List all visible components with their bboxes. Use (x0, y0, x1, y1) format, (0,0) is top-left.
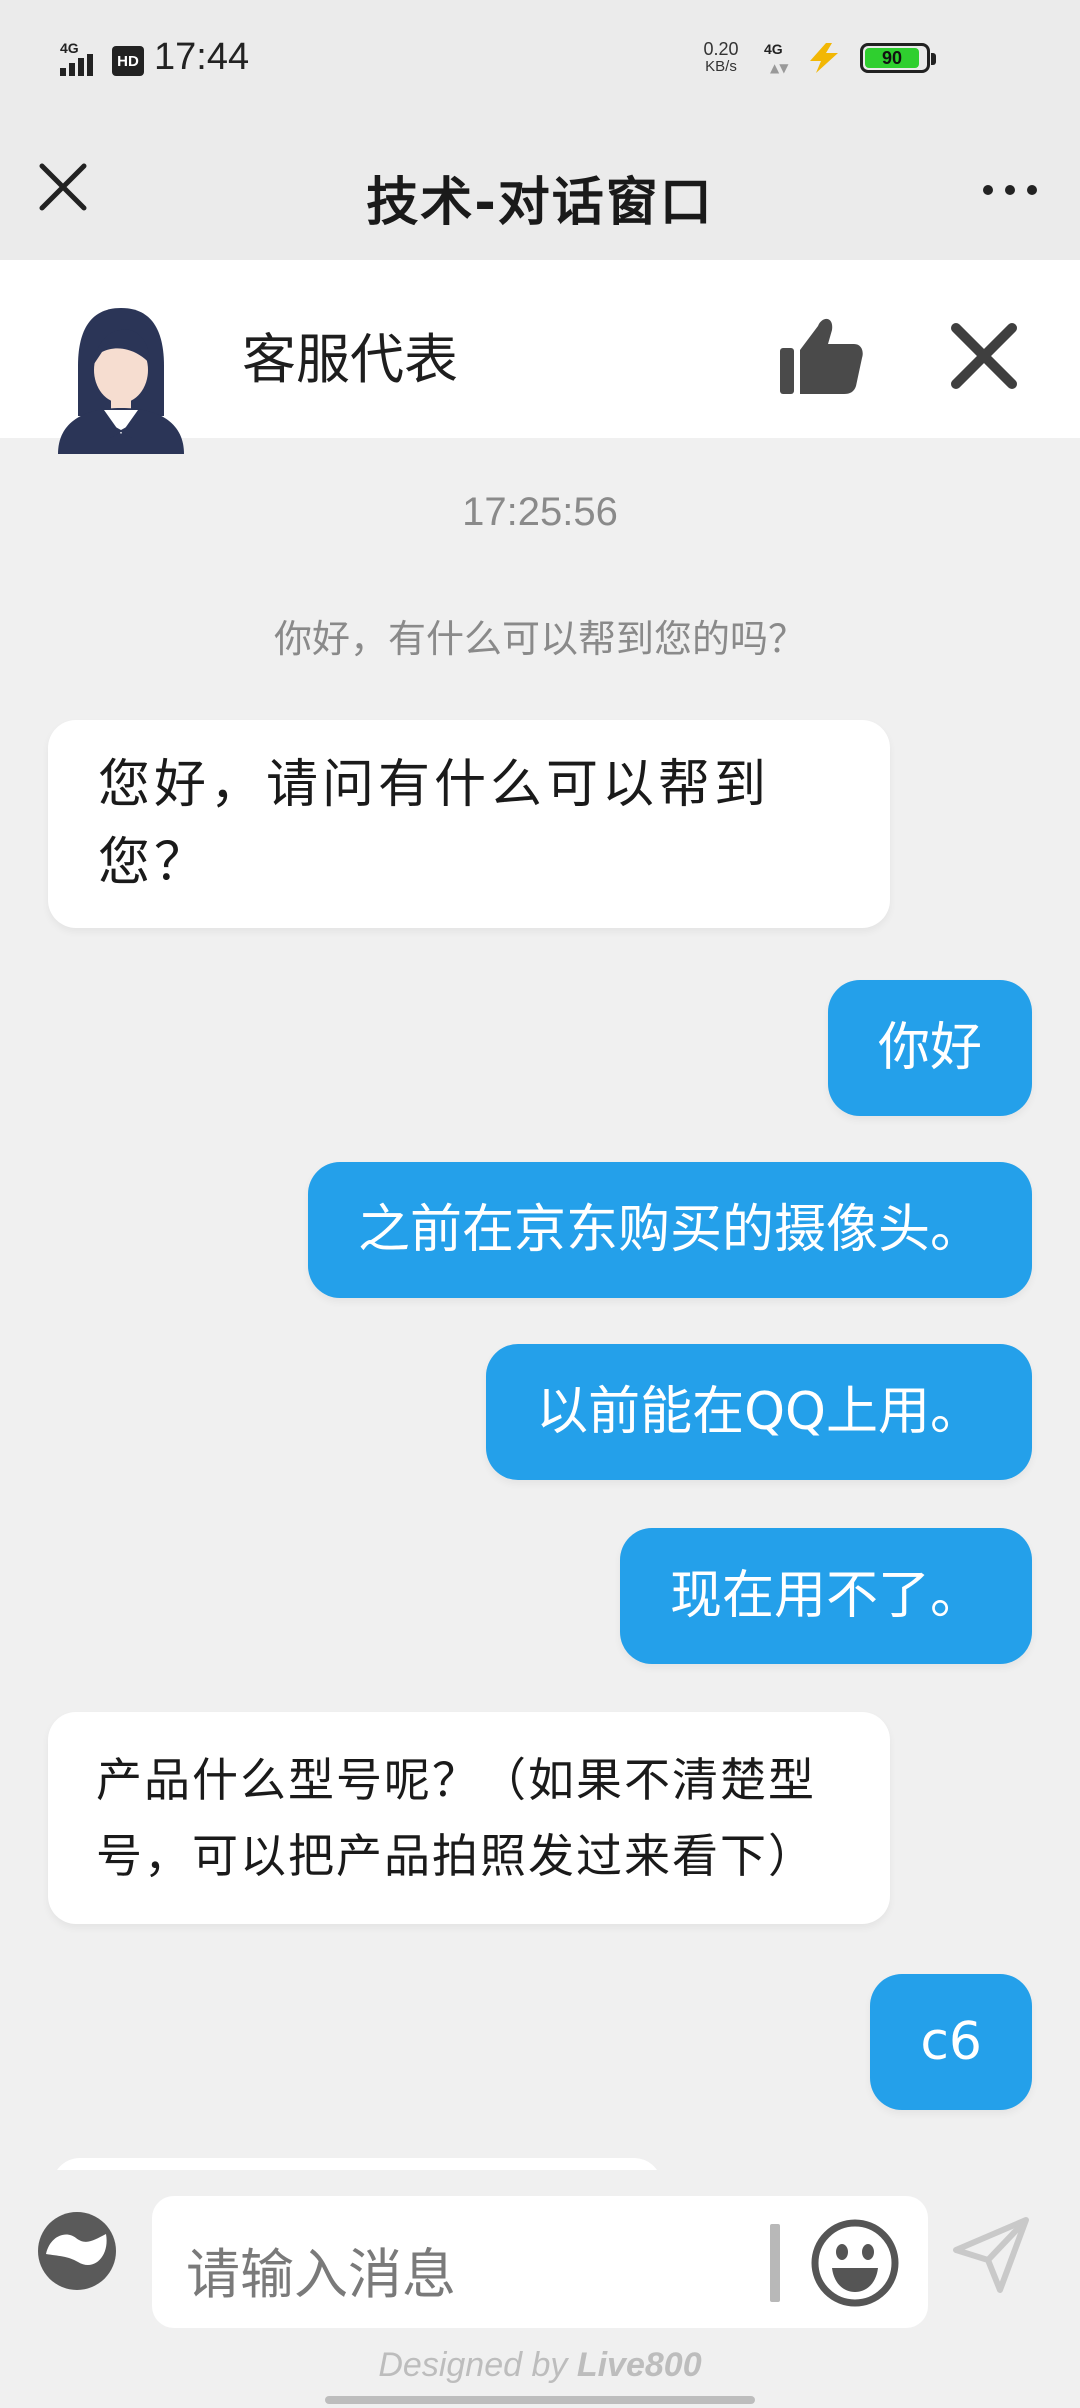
home-indicator[interactable] (325, 2396, 755, 2404)
message-input-placeholder: 请输入消息 (186, 2243, 456, 2306)
footer-brand: Live800 (576, 2346, 702, 2384)
input-bar: 请输入消息 (0, 2170, 1080, 2340)
user-message: 现在用不了。 (619, 1528, 1032, 1664)
send-icon[interactable] (952, 2216, 1030, 2294)
agent-message: 您好，请问有什么可以帮到您？ (48, 720, 890, 928)
user-message: 以前能在QQ上用。 (486, 1344, 1032, 1480)
user-message: 之前在京东购买的摄像头。 (307, 1162, 1032, 1298)
net-speed: 0.20 KB/s (696, 40, 746, 76)
thumbs-up-icon[interactable] (778, 312, 864, 398)
agent-message-partial (52, 2158, 662, 2170)
more-icon[interactable] (980, 180, 1040, 200)
data-network-icon: 4G ▲▼ (764, 41, 792, 75)
voice-toggle-icon[interactable] (36, 2210, 118, 2292)
user-message: c6 (870, 1974, 1032, 2110)
charging-bolt-icon (810, 43, 838, 73)
close-session-icon[interactable] (948, 320, 1020, 392)
user-message: 你好 (827, 980, 1032, 1116)
emoji-icon[interactable] (810, 2218, 900, 2308)
network-type-label: 4G (60, 40, 79, 56)
data-arrows-icon: ▲▼ (770, 61, 789, 75)
agent-header: 客服代表 (0, 260, 1080, 454)
footer-prefix: Designed by (378, 2346, 577, 2384)
powered-by-footer: Designed by Live800 (0, 2346, 1080, 2385)
system-message: 你好，有什么可以帮到您的吗？ (273, 617, 806, 661)
net-speed-unit: KB/s (705, 58, 737, 75)
agent-name: 客服代表 (242, 328, 458, 391)
signal-bar (60, 68, 66, 76)
status-bar: 4G HD 17:44 0.20 KB/s 4G ▲▼ 90 (0, 0, 1080, 130)
status-right: 0.20 KB/s 4G ▲▼ 90 (696, 40, 936, 76)
battery-icon: 90 (860, 43, 936, 73)
message-input[interactable]: 请输入消息 (152, 2196, 928, 2328)
battery-tip (931, 53, 936, 65)
agent-avatar (58, 308, 184, 454)
clock: 17:44 (154, 36, 250, 78)
message-timestamp: 17:25:56 (462, 490, 618, 534)
text-cursor (770, 2224, 780, 2302)
battery-level: 90 (865, 48, 919, 68)
nav-bar: 技术-对话窗口 (0, 130, 1080, 260)
cellular-signal-icon: 4G (58, 40, 102, 76)
hd-badge: HD (112, 46, 144, 76)
signal-bar (78, 58, 84, 76)
agent-message: 产品什么型号呢？（如果不清楚型号，可以把产品拍照发过来看下） (48, 1712, 890, 1924)
chat-area[interactable]: 17:25:56 你好，有什么可以帮到您的吗？ 您好，请问有什么可以帮到您？ 你… (0, 438, 1080, 2170)
signal-bar (69, 63, 75, 76)
page-title: 技术-对话窗口 (366, 173, 714, 233)
network-type-label-right: 4G (764, 41, 783, 57)
signal-bar (87, 54, 93, 76)
net-speed-value: 0.20 (703, 39, 739, 59)
status-left: 4G HD 17:44 (58, 38, 249, 76)
